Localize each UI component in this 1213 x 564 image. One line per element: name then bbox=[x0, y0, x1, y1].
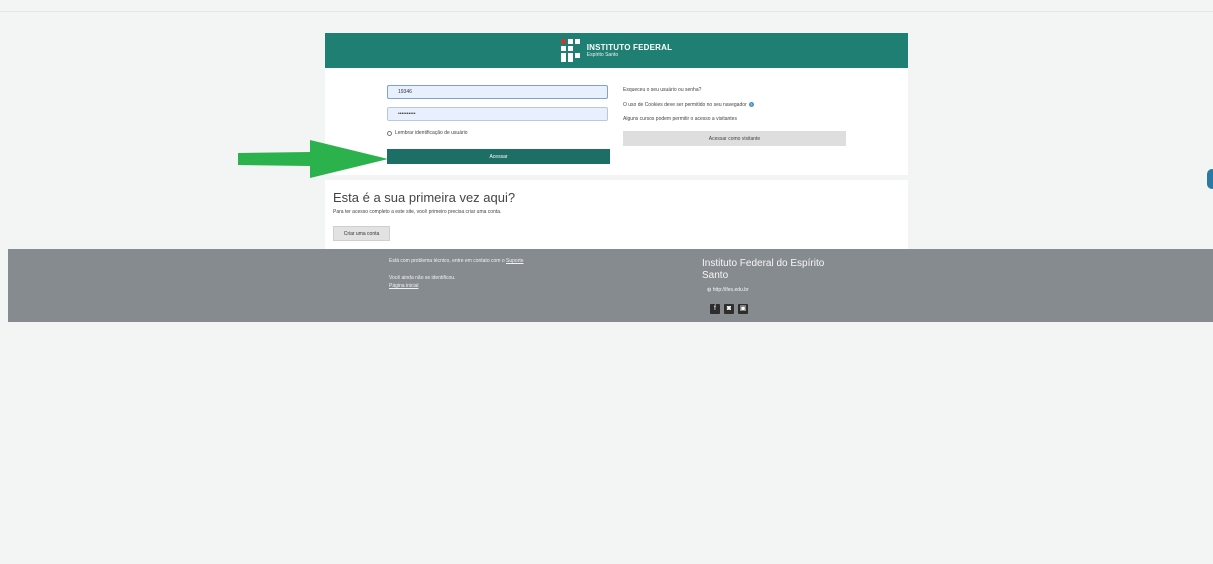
top-divider bbox=[0, 11, 1213, 12]
globe-icon: ◍ bbox=[707, 287, 712, 293]
institution-url-text: http://ifes.edu.br bbox=[712, 287, 749, 293]
question-circle-icon[interactable]: ? bbox=[748, 102, 754, 108]
forgot-password-link[interactable]: Esqueceu o seu usuário ou senha? bbox=[623, 87, 701, 93]
guest-notice: Alguns cursos podem permitir o acesso a … bbox=[623, 116, 737, 122]
remember-label: Lembrar identificação de usuário bbox=[395, 130, 468, 136]
remember-checkbox[interactable] bbox=[387, 130, 392, 136]
first-time-text: Para ter acesso completo a este site, vo… bbox=[333, 209, 502, 215]
instagram-icon[interactable]: ◙ bbox=[724, 304, 734, 314]
camera-icon[interactable]: ▣ bbox=[738, 304, 748, 314]
ifes-logo-icon bbox=[560, 38, 581, 63]
scroll-indicator[interactable] bbox=[1207, 169, 1213, 189]
remember-user[interactable]: Lembrar identificação de usuário bbox=[387, 130, 468, 136]
ifes-logo[interactable]: INSTITUTO FEDERAL Espírito Santo bbox=[560, 38, 673, 63]
site-header: INSTITUTO FEDERAL Espírito Santo bbox=[325, 33, 908, 68]
guest-login-button[interactable]: Acessar como visitante bbox=[623, 131, 846, 146]
first-time-section: Esta é a sua primeira vez aqui? Para ter… bbox=[325, 180, 908, 249]
institution-url[interactable]: ◍ http://ifes.edu.br bbox=[707, 287, 749, 293]
institution-name: Instituto Federal do Espírito Santo bbox=[702, 258, 825, 281]
facebook-icon[interactable]: f bbox=[710, 304, 720, 314]
not-identified-text: Você ainda não se identificou. bbox=[389, 275, 456, 281]
logo-subtitle: Espírito Santo bbox=[586, 51, 619, 58]
site-footer: Está com problema técnico, entre em cont… bbox=[8, 249, 1213, 322]
create-account-button[interactable]: Criar uma conta bbox=[333, 226, 390, 241]
first-time-title: Esta é a sua primeira vez aqui? bbox=[333, 190, 516, 205]
login-button[interactable]: Acessar bbox=[387, 149, 610, 164]
support-notice: Está com problema técnico, entre em cont… bbox=[389, 258, 524, 264]
support-link[interactable]: Suporte bbox=[506, 258, 524, 264]
cookies-notice: O uso de Cookies deve ser permitido no s… bbox=[623, 102, 754, 108]
login-card: Lembrar identificação de usuário Acessar… bbox=[325, 68, 908, 175]
support-text: Está com problema técnico, entre em cont… bbox=[389, 258, 505, 264]
logo-title: INSTITUTO FEDERAL bbox=[586, 42, 673, 52]
password-input[interactable] bbox=[387, 107, 608, 121]
username-input[interactable] bbox=[387, 85, 608, 99]
cookies-text: O uso de Cookies deve ser permitido no s… bbox=[623, 102, 747, 108]
home-link[interactable]: Página inicial bbox=[389, 283, 418, 289]
green-arrow-icon bbox=[238, 140, 388, 178]
